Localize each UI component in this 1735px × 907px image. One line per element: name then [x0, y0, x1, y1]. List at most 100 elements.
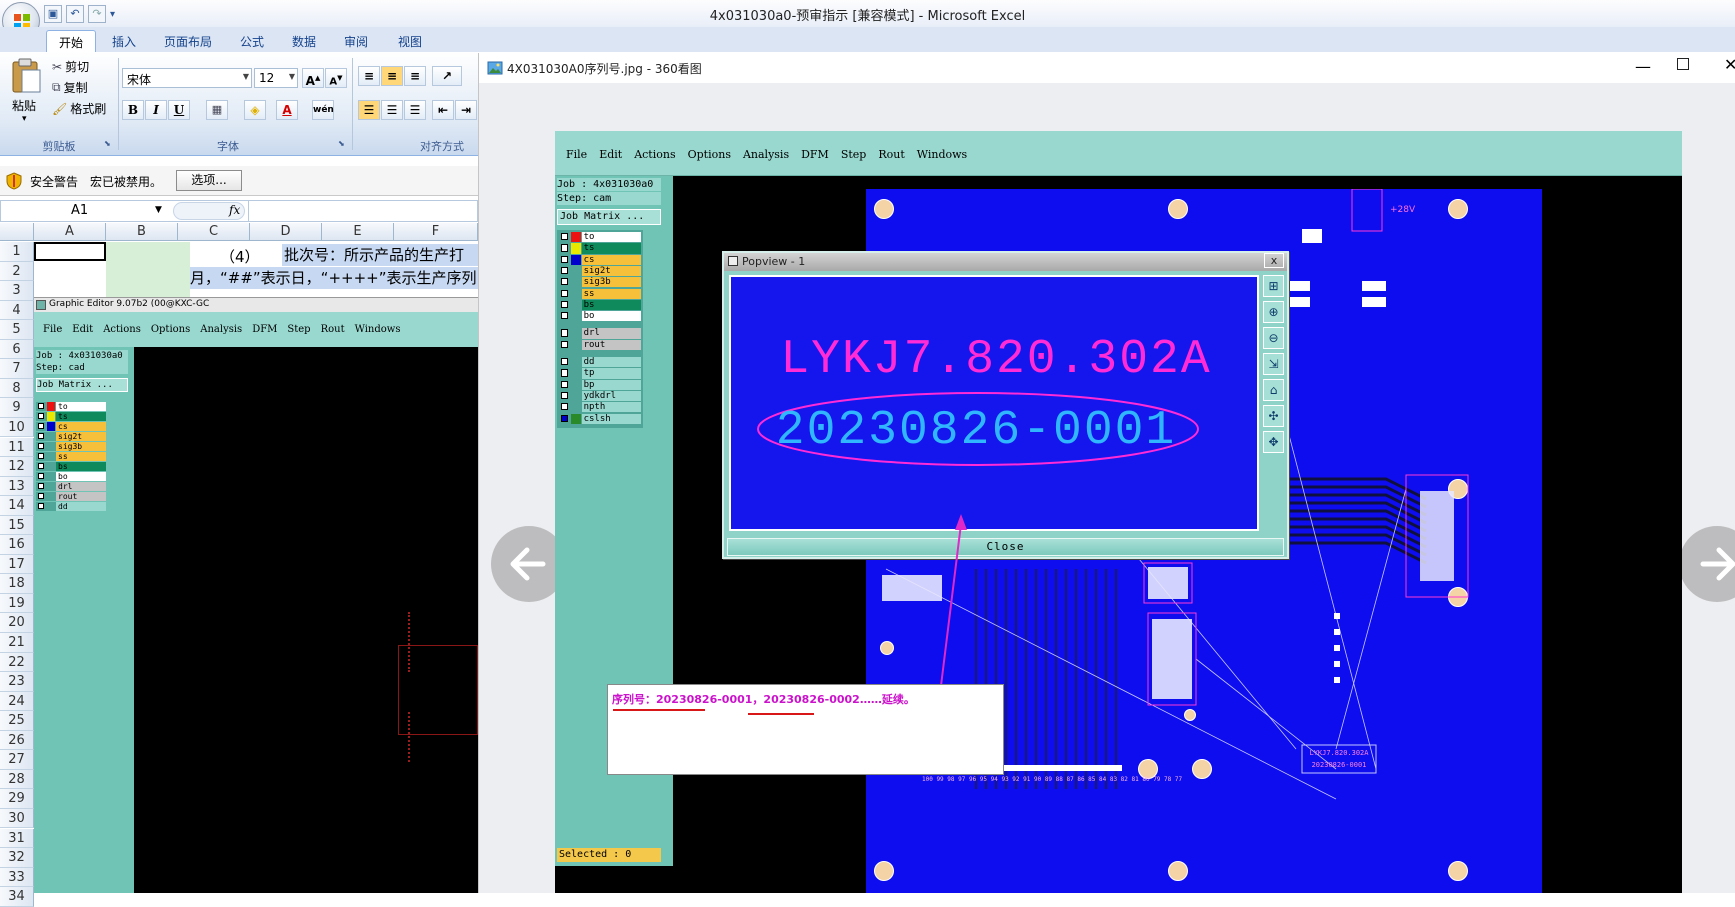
select-all-corner[interactable] — [0, 223, 34, 241]
clipboard-launcher-icon[interactable]: ⬊ — [104, 139, 111, 148]
menu-item-dfm[interactable]: DFM — [801, 148, 829, 162]
column-header-f[interactable]: F — [394, 223, 478, 241]
layer-checkbox[interactable] — [38, 423, 44, 429]
layer-row-ts[interactable]: ts — [36, 412, 106, 421]
tab-formulas[interactable]: 公式 — [228, 30, 276, 52]
cut-button[interactable]: ✂ 剪切 — [52, 58, 89, 75]
menu-item-step[interactable]: Step — [841, 148, 867, 162]
layer-checkbox[interactable] — [38, 443, 44, 449]
paste-icon[interactable] — [10, 58, 42, 96]
paste-dropdown-icon[interactable]: ▾ — [22, 114, 27, 124]
tab-review[interactable]: 审阅 — [332, 30, 380, 52]
row-header[interactable]: 10 — [0, 417, 34, 438]
menu-item-analysis[interactable]: Analysis — [200, 324, 242, 336]
row-header[interactable]: 20 — [0, 613, 34, 633]
layer-row-sig3b[interactable]: sig3b — [36, 442, 106, 451]
next-image-button[interactable] — [1679, 526, 1735, 602]
row-header[interactable]: 17 — [0, 554, 34, 575]
zoom-in-icon[interactable]: ⊕ — [1263, 301, 1284, 323]
tab-data[interactable]: 数据 — [280, 30, 328, 52]
layer-row-tp[interactable]: tp — [559, 368, 641, 379]
font-color-icon[interactable]: A — [276, 100, 298, 120]
layer-checkbox[interactable] — [561, 233, 569, 241]
align-middle-icon[interactable]: ≡ — [381, 66, 403, 86]
layer-checkbox[interactable] — [38, 503, 44, 509]
layer-checkbox[interactable] — [38, 413, 44, 419]
layer-checkbox[interactable] — [38, 463, 44, 469]
layer-checkbox[interactable] — [561, 244, 569, 252]
row-header[interactable]: 16 — [0, 535, 34, 555]
zoom-out-icon[interactable]: ⊖ — [1263, 327, 1284, 349]
italic-button[interactable]: I — [145, 100, 167, 120]
active-cell[interactable] — [34, 242, 106, 261]
center-icon[interactable]: ✣ — [1263, 405, 1284, 427]
font-size-combo[interactable]: 12 ▼ — [254, 68, 298, 88]
row-header[interactable]: 3 — [0, 281, 34, 301]
row-header[interactable]: 1 — [0, 242, 34, 262]
row-header[interactable]: 34 — [0, 887, 34, 907]
tab-view[interactable]: 视图 — [386, 30, 434, 52]
layer-row-dd[interactable]: dd — [36, 502, 106, 511]
move-icon[interactable]: ✥ — [1263, 431, 1284, 453]
column-header-b[interactable]: B — [106, 223, 178, 241]
layer-row-ss[interactable]: ss — [559, 288, 641, 299]
menu-item-rout[interactable]: Rout — [321, 324, 345, 336]
security-options-button[interactable]: 选项... — [176, 170, 242, 191]
close-icon[interactable]: ✕ — [1724, 55, 1735, 74]
layer-row-bp[interactable]: bp — [559, 379, 641, 390]
row-header[interactable]: 18 — [0, 574, 34, 594]
menu-item-step[interactable]: Step — [287, 324, 310, 336]
row-header[interactable]: 23 — [0, 672, 34, 692]
column-header-a[interactable]: A — [34, 223, 106, 241]
row-header[interactable]: 32 — [0, 848, 34, 868]
border-icon[interactable]: ▦ — [206, 100, 228, 120]
home-icon[interactable]: ⌂ — [1263, 379, 1284, 401]
row-header[interactable]: 26 — [0, 730, 34, 751]
row-header[interactable]: 2 — [0, 261, 34, 282]
row-header[interactable]: 24 — [0, 691, 34, 712]
menu-item-options[interactable]: Options — [151, 324, 190, 336]
align-top-icon[interactable]: ≡ — [358, 66, 380, 86]
column-header-e[interactable]: E — [322, 223, 394, 241]
layer-checkbox[interactable] — [38, 433, 44, 439]
layer-row-rout[interactable]: rout — [36, 492, 106, 501]
tab-page-layout[interactable]: 页面布局 — [152, 30, 224, 52]
layer-checkbox[interactable] — [561, 414, 569, 422]
layer-checkbox[interactable] — [38, 483, 44, 489]
layer-checkbox[interactable] — [561, 403, 569, 411]
row-header[interactable]: 21 — [0, 633, 34, 653]
ge-small-job-matrix-button[interactable]: Job Matrix ... — [36, 378, 128, 392]
font-name-combo[interactable]: 宋体 ▼ — [122, 68, 252, 88]
layer-checkbox[interactable] — [38, 453, 44, 459]
pan-icon[interactable]: ⇲ — [1263, 353, 1284, 375]
shrink-font-button[interactable]: A▼ — [325, 68, 347, 88]
layer-row-rout[interactable]: rout — [559, 339, 641, 350]
row-header[interactable]: 8 — [0, 378, 34, 399]
grow-font-button[interactable]: A▲ — [302, 68, 324, 88]
menu-item-options[interactable]: Options — [688, 148, 731, 162]
menu-item-file[interactable]: File — [566, 148, 587, 162]
menu-item-edit[interactable]: Edit — [72, 324, 93, 336]
layer-row-bo[interactable]: bo — [559, 311, 641, 322]
minimize-icon[interactable]: — — [1635, 57, 1651, 76]
row-header[interactable]: 33 — [0, 867, 34, 888]
menu-item-dfm[interactable]: DFM — [252, 324, 277, 336]
font-launcher-icon[interactable]: ⬊ — [338, 139, 345, 148]
menu-item-edit[interactable]: Edit — [599, 148, 622, 162]
tab-home[interactable]: 开始 — [46, 30, 97, 52]
increase-indent-icon[interactable]: ⇥ — [455, 100, 477, 120]
layer-row-sig3b[interactable]: sig3b — [559, 277, 641, 288]
layer-row-bs[interactable]: bs — [559, 299, 641, 311]
align-center-icon[interactable]: ☰ — [381, 100, 403, 120]
layer-checkbox[interactable] — [561, 255, 569, 263]
cell-d2[interactable]: 批次号：所示产品的生产打 — [282, 244, 478, 266]
layer-checkbox[interactable] — [38, 403, 44, 409]
align-left-icon[interactable]: ☰ — [358, 100, 380, 120]
layer-row-drl[interactable]: drl — [559, 328, 641, 339]
menu-item-rout[interactable]: Rout — [878, 148, 904, 162]
row-header[interactable]: 28 — [0, 769, 34, 790]
row-header[interactable]: 29 — [0, 789, 34, 809]
column-header-d[interactable]: D — [250, 223, 322, 241]
layer-checkbox[interactable] — [561, 300, 569, 309]
tab-insert[interactable]: 插入 — [100, 30, 148, 52]
